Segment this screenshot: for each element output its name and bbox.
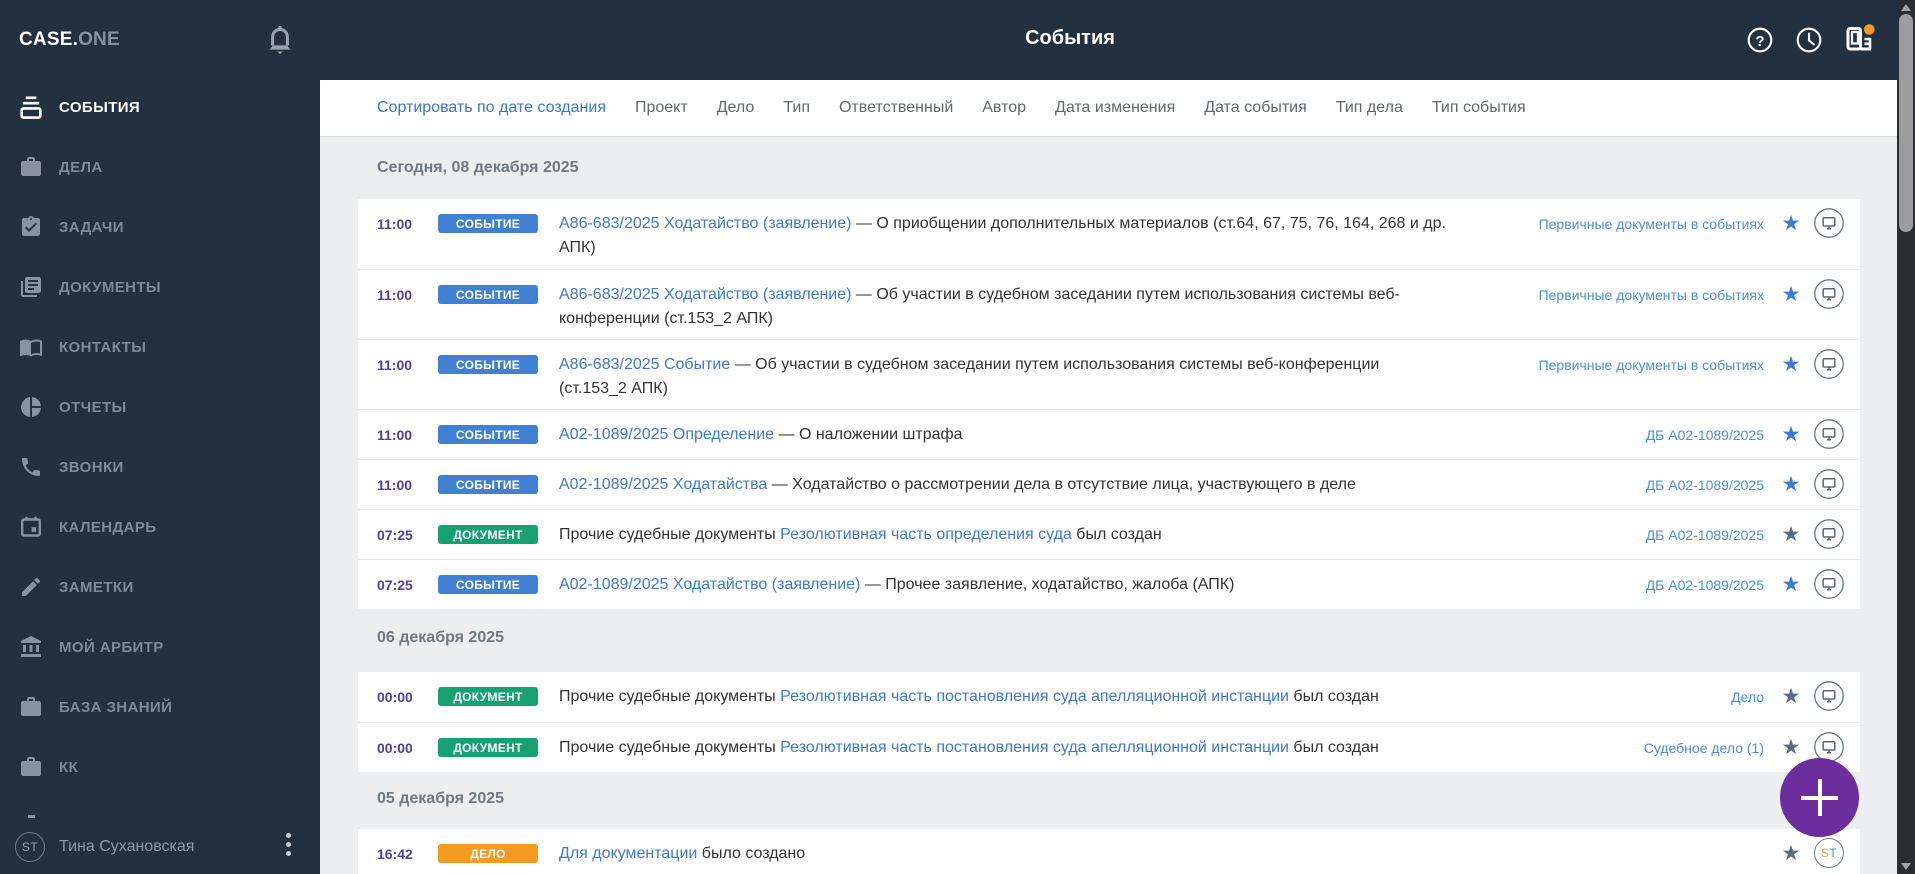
svg-text:?: ? xyxy=(1755,33,1764,50)
